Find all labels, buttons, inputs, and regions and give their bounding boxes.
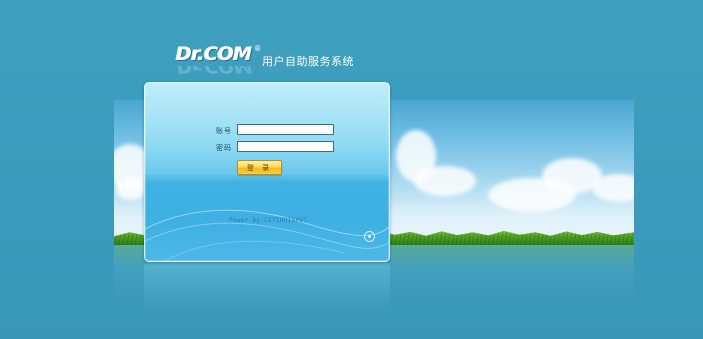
logo-reflection: Dr.COM: [176, 66, 252, 76]
logo-reflection-text: Dr.COM: [176, 66, 252, 76]
powered-by-text: Power by CITIHUISPOT: [229, 217, 308, 224]
circle-icon: [364, 231, 375, 242]
logo-text: Dr.COM: [176, 43, 252, 65]
login-button[interactable]: 登 录: [237, 160, 282, 175]
panel-reflection: [144, 262, 390, 312]
login-panel: 账号 密码 登 录 Power by CITIHUISPOT: [144, 82, 390, 262]
registered-mark: ®: [253, 44, 262, 53]
page-title: 用户自助服务系统: [262, 55, 354, 68]
account-label: 账号: [216, 127, 232, 135]
cloud-far-right: [592, 174, 634, 202]
panel-swirl-decoration: [145, 209, 389, 261]
account-input[interactable]: [237, 124, 334, 135]
password-input[interactable]: [237, 141, 334, 152]
cloud-middle-low: [414, 166, 476, 196]
password-label: 密码: [216, 144, 232, 152]
cloud-left-small: [116, 178, 146, 200]
